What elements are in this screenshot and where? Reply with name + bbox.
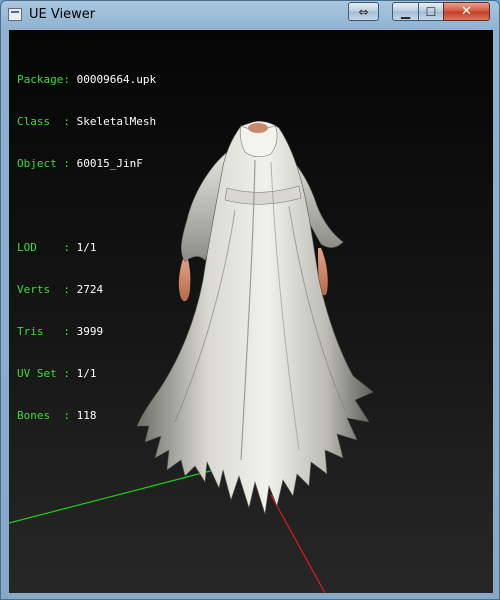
package-value: 00009664.upk	[76, 73, 157, 86]
info-row-object: Object : 60015_JinF	[17, 157, 156, 171]
uvset-value: 1/1	[76, 367, 97, 380]
minimize-icon: ▁	[400, 4, 411, 19]
close-icon: ✕	[461, 4, 472, 19]
close-button[interactable]: ✕	[443, 2, 490, 21]
object-value: 60015_JinF	[76, 157, 143, 170]
verts-label: Verts :	[17, 283, 70, 296]
lod-value: 1/1	[76, 241, 97, 254]
minimize-button[interactable]: ▁	[392, 2, 419, 21]
tris-value: 3999	[76, 325, 104, 338]
uvset-label: UV Set :	[17, 367, 70, 380]
verts-value: 2724	[76, 283, 104, 296]
left-hand	[178, 256, 191, 302]
info-row-uvset: UV Set : 1/1	[17, 367, 156, 381]
info-row-bones: Bones : 118	[17, 409, 156, 423]
info-row-verts: Verts : 2724	[17, 283, 156, 297]
tris-label: Tris :	[17, 325, 70, 338]
class-value: SkeletalMesh	[76, 115, 157, 128]
bones-value: 118	[76, 409, 97, 422]
axis-x-line	[270, 494, 326, 593]
3d-viewport[interactable]: Package: 00009664.upk Class : SkeletalMe…	[9, 30, 493, 593]
window-title: UE Viewer	[29, 7, 96, 22]
app-window-icon	[8, 8, 22, 21]
neck	[248, 123, 268, 133]
fullscreen-button[interactable]: ⇔	[348, 2, 379, 21]
ue-viewer-window: UE Viewer ⇔ ▁ ☐ ✕ Package: 00009664.upk …	[0, 0, 500, 600]
maximize-button[interactable]: ☐	[418, 2, 444, 21]
title-bar[interactable]: UE Viewer ⇔ ▁ ☐ ✕	[1, 1, 499, 29]
double-arrow-icon: ⇔	[358, 4, 369, 19]
mesh-info-panel: Package: 00009664.upk Class : SkeletalMe…	[17, 45, 156, 451]
info-row-package: Package: 00009664.upk	[17, 73, 156, 87]
bones-label: Bones :	[17, 409, 70, 422]
lod-label: LOD :	[17, 241, 70, 254]
package-label: Package:	[17, 73, 70, 86]
maximize-icon: ☐	[425, 4, 437, 19]
object-label: Object :	[17, 157, 70, 170]
info-row-tris: Tris : 3999	[17, 325, 156, 339]
class-label: Class :	[17, 115, 70, 128]
axis-y-line	[9, 469, 215, 524]
info-row-lod: LOD : 1/1	[17, 241, 156, 255]
info-row-class: Class : SkeletalMesh	[17, 115, 156, 129]
